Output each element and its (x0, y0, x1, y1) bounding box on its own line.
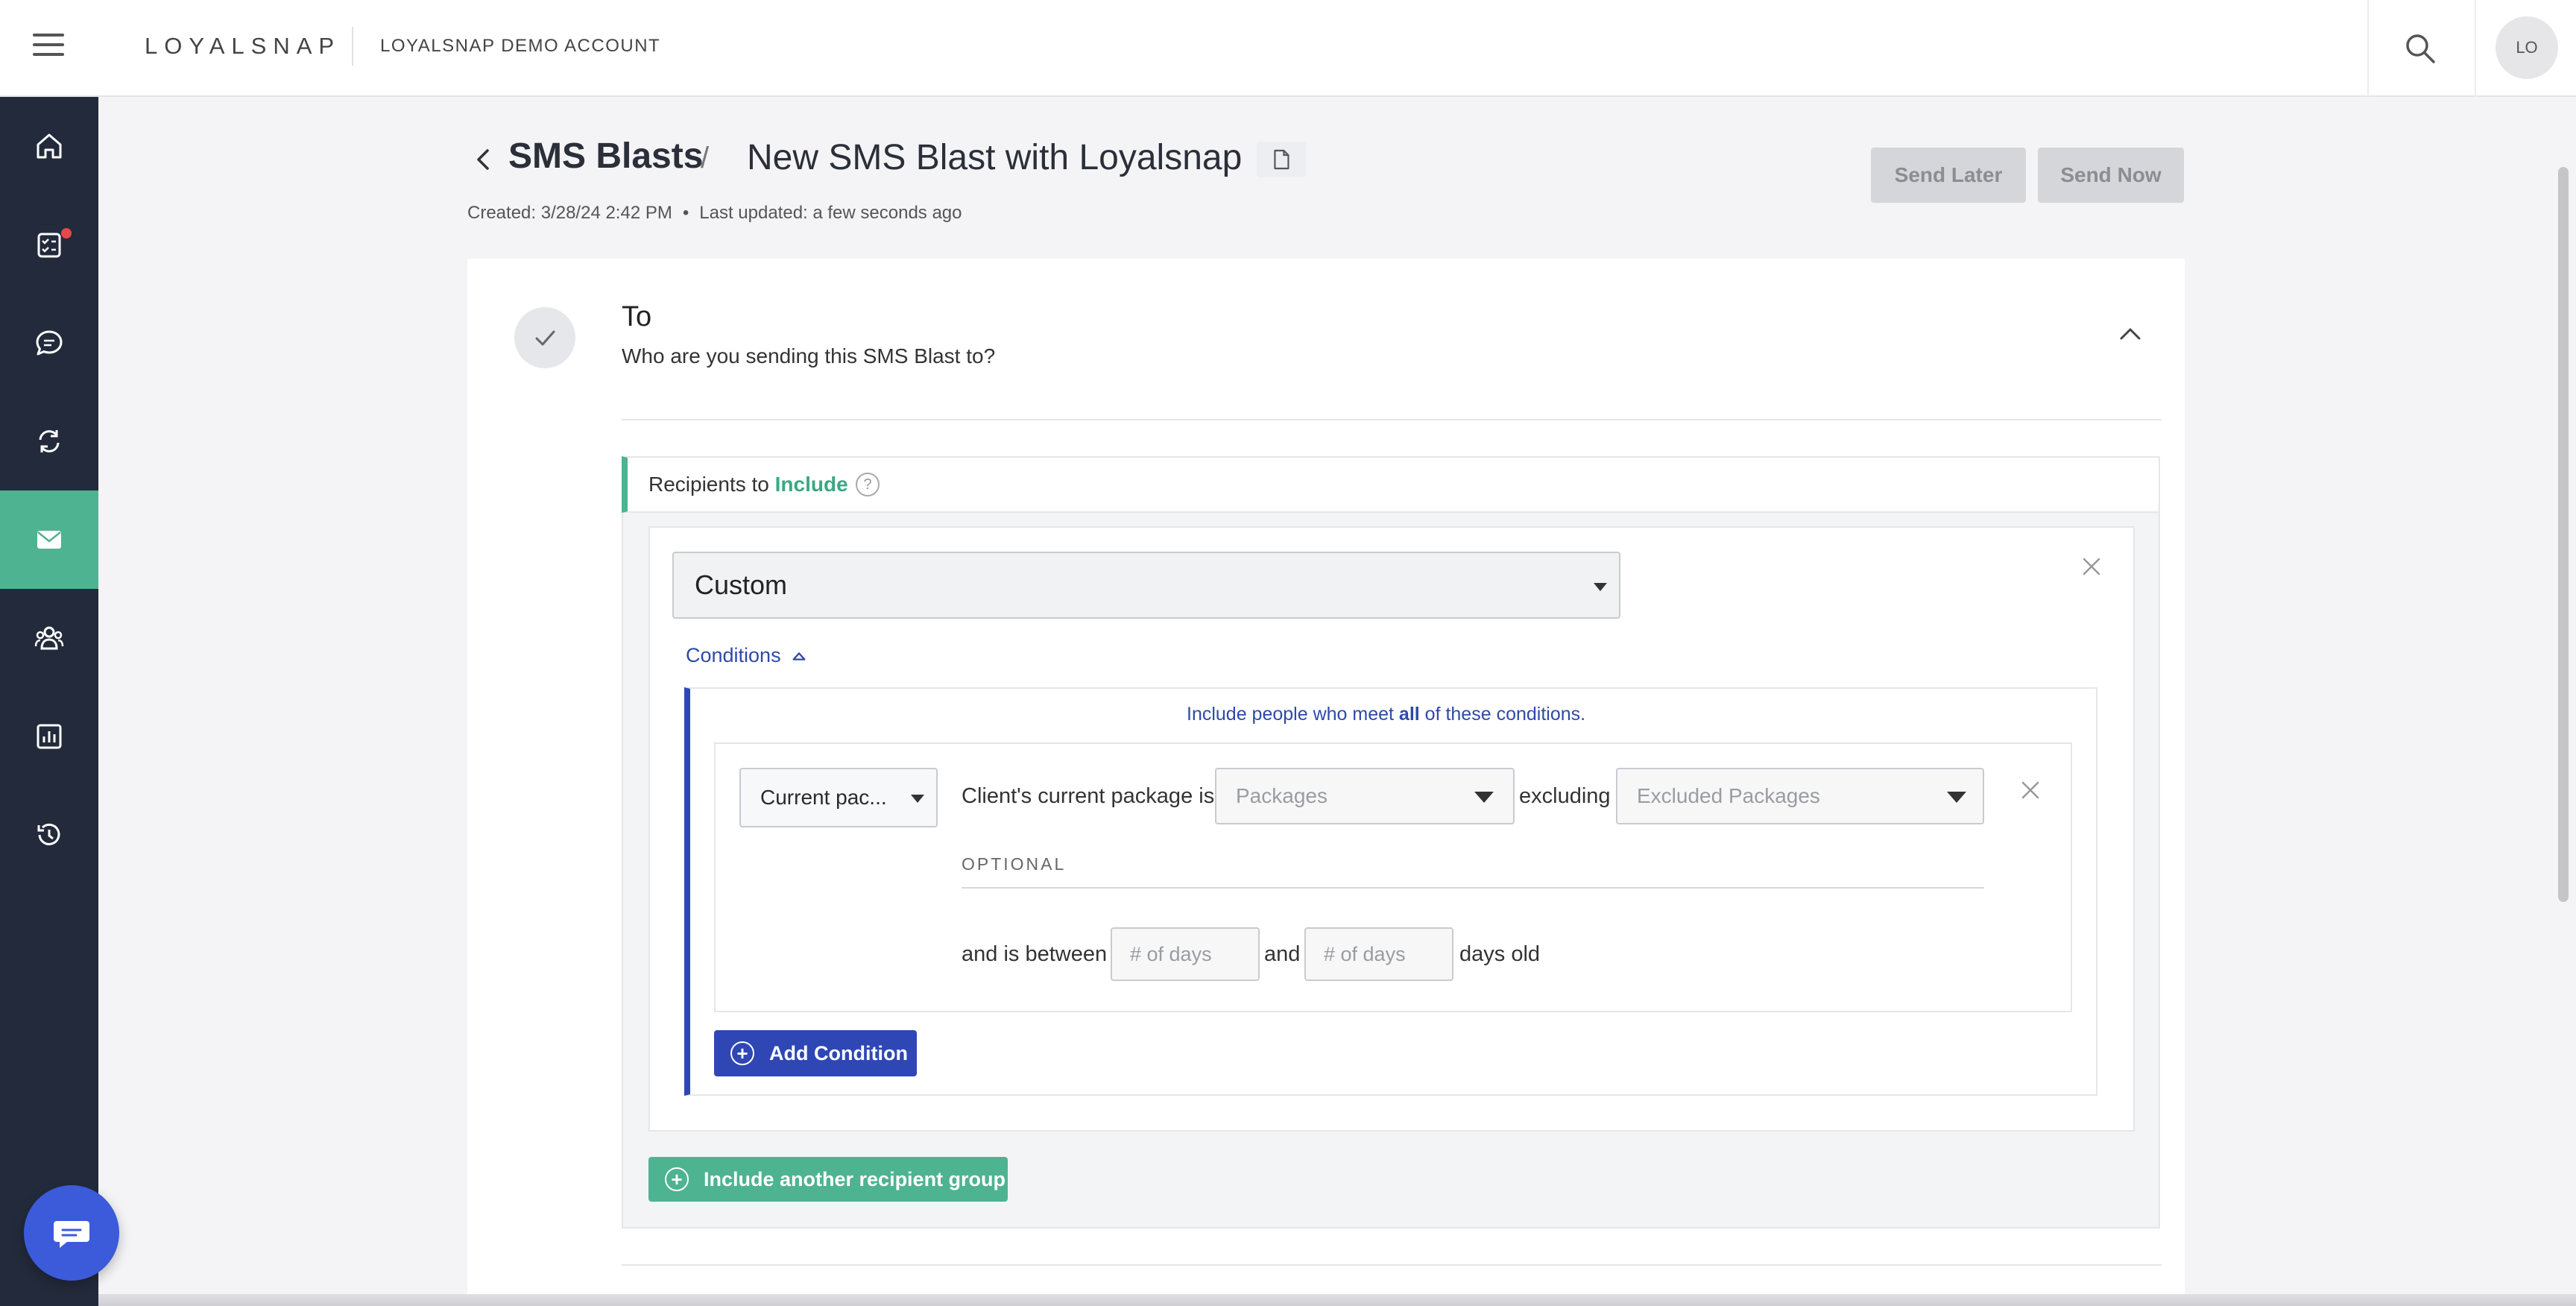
recipients-label-include: Include (774, 473, 848, 496)
breadcrumb-sms-blasts[interactable]: SMS Blasts (508, 136, 703, 177)
sidebar (0, 97, 98, 1306)
condition-text-and: and (1264, 942, 1301, 966)
divider (2367, 0, 2369, 97)
search-icon[interactable] (2402, 30, 2439, 67)
sidebar-item-home[interactable] (0, 97, 98, 195)
conditions-note-suffix: of these conditions. (1419, 704, 1586, 725)
optional-label: OPTIONAL (962, 854, 1067, 874)
recipients-label-prefix: Recipients to (648, 473, 775, 496)
condition-text-excluding: excluding (1519, 784, 1611, 808)
bottom-edge (98, 1294, 2576, 1306)
remove-group-close-icon[interactable] (2080, 555, 2103, 578)
conditions-label: Conditions (686, 644, 781, 666)
menu-icon[interactable] (33, 34, 64, 60)
days-min-input[interactable]: # of days (1111, 927, 1260, 981)
page-title: New SMS Blast with Loyalsnap (747, 138, 1243, 177)
document-icon[interactable] (1257, 142, 1306, 177)
plus-circle-icon: + (665, 1167, 689, 1191)
divider (622, 1264, 2162, 1266)
condition-text-is: Client's current package is (962, 784, 1215, 808)
people-icon (34, 626, 64, 650)
divider (352, 27, 353, 66)
add-condition-label: Add Condition (769, 1041, 908, 1064)
breadcrumb-separator: / (701, 142, 710, 174)
audience-select-value: Custom (695, 570, 788, 600)
include-another-group-label: Include another recipient group (704, 1167, 1006, 1190)
divider (2475, 0, 2476, 97)
mail-icon (37, 531, 61, 549)
condition-text-between: and is between (962, 942, 1108, 966)
avatar[interactable]: LO (2496, 16, 2558, 79)
caret-down-icon (1947, 792, 1966, 803)
logo: LOYALSNAP (145, 33, 341, 59)
created-timestamp: Created: 3/28/24 2:42 PM (467, 203, 672, 223)
conditions-note-prefix: Include people who meet (1187, 704, 1399, 725)
sidebar-item-clients[interactable] (0, 589, 98, 687)
bar-chart-icon (37, 724, 62, 749)
back-chevron-icon[interactable] (470, 146, 496, 173)
divider (962, 887, 1984, 889)
include-another-group-button[interactable]: + Include another recipient group (648, 1157, 1008, 1202)
home-icon (37, 133, 62, 159)
caret-down-icon (1594, 583, 1607, 591)
refresh-icon (39, 430, 60, 452)
chat-icon (36, 330, 63, 356)
conditions-note: Include people who meet all of these con… (1187, 704, 1585, 725)
audience-select[interactable]: Custom (672, 552, 1620, 619)
divider (622, 419, 2162, 420)
account-name: LOYALSNAP DEMO ACCOUNT (380, 36, 661, 56)
condition-text-days-old: days old (1459, 942, 1541, 966)
chat-icon (54, 1221, 89, 1248)
top-bar: LOYALSNAP LOYALSNAP DEMO ACCOUNT LO (0, 0, 2576, 97)
section-subtitle: Who are you sending this SMS Blast to? (622, 344, 996, 367)
excluded-packages-select[interactable]: Excluded Packages (1616, 768, 1984, 824)
packages-placeholder: Packages (1236, 784, 1328, 807)
chevron-up-icon (792, 652, 806, 660)
sidebar-item-tasks[interactable] (0, 195, 98, 294)
send-later-button[interactable]: Send Later (1871, 148, 2026, 203)
notification-dot (61, 228, 72, 239)
sidebar-item-messages[interactable] (0, 294, 98, 392)
sidebar-item-reports[interactable] (0, 687, 98, 786)
step-complete-check-icon (514, 307, 575, 368)
timestamps: Created: 3/28/24 2:42 PM • Last updated: a… (467, 203, 962, 224)
chevron-up-icon[interactable] (2115, 319, 2145, 349)
sidebar-item-history[interactable] (0, 786, 98, 884)
days-max-input[interactable]: # of days (1304, 927, 1453, 981)
excluded-packages-placeholder: Excluded Packages (1637, 784, 1820, 807)
recipients-include-label: Recipients to Include (648, 473, 848, 496)
recipients-include-header (622, 456, 2160, 513)
conditions-note-all: all (1398, 704, 1420, 725)
support-chat-button[interactable] (24, 1185, 119, 1281)
plus-circle-icon: + (730, 1041, 754, 1065)
caret-down-icon (1474, 792, 1494, 803)
remove-condition-close-icon[interactable] (2018, 778, 2042, 802)
help-icon[interactable]: ? (856, 473, 880, 496)
caret-down-icon (911, 795, 924, 803)
condition-type-select[interactable]: Current pac... (739, 768, 938, 827)
condition-type-value: Current pac... (760, 786, 887, 809)
scrollbar[interactable] (2558, 167, 2569, 902)
add-condition-button[interactable]: + Add Condition (714, 1030, 917, 1076)
conditions-toggle[interactable]: Conditions (686, 644, 807, 667)
sidebar-item-automations[interactable] (0, 392, 98, 490)
section-title: To (622, 301, 652, 332)
meta-separator: • (682, 203, 689, 223)
send-now-button[interactable]: Send Now (2038, 148, 2184, 203)
packages-select[interactable]: Packages (1215, 768, 1515, 824)
sidebar-item-sms-blasts[interactable] (0, 490, 98, 589)
history-icon (37, 823, 60, 845)
updated-timestamp: Last updated: a few seconds ago (699, 203, 962, 223)
